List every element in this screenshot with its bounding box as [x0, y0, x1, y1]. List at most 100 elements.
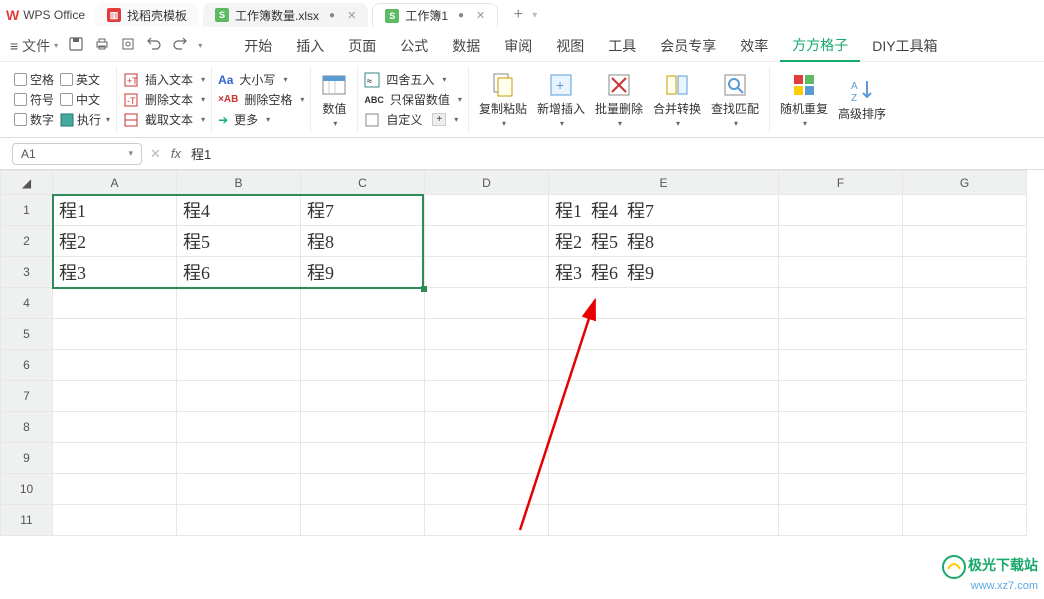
col-header-C[interactable]: C	[301, 171, 425, 195]
cell-A4[interactable]	[53, 288, 177, 319]
tab-templates[interactable]: ▥ 找稻壳模板	[95, 3, 199, 27]
cell-D5[interactable]	[425, 319, 549, 350]
cell-B10[interactable]	[177, 474, 301, 505]
col-header-F[interactable]: F	[779, 171, 903, 195]
case-button[interactable]: Aa 大小写	[218, 71, 304, 88]
close-icon[interactable]: ✕	[347, 9, 356, 22]
name-box[interactable]: A1 ▾	[12, 143, 142, 165]
cell-D10[interactable]	[425, 474, 549, 505]
cell-G6[interactable]	[903, 350, 1027, 381]
merge-convert-button[interactable]: 合并转换	[649, 72, 705, 128]
preview-icon[interactable]	[120, 36, 136, 55]
cell-D1[interactable]	[425, 195, 549, 226]
tab-workbook-1[interactable]: S 工作簿数量.xlsx ● ✕	[203, 3, 368, 27]
cell-G8[interactable]	[903, 412, 1027, 443]
cell-D9[interactable]	[425, 443, 549, 474]
tab-workbook-2[interactable]: S 工作簿1 ● ✕	[372, 3, 498, 27]
cell-F1[interactable]	[779, 195, 903, 226]
row-header-10[interactable]: 10	[1, 474, 53, 505]
cell-A11[interactable]	[53, 505, 177, 536]
row-header-5[interactable]: 5	[1, 319, 53, 350]
print-icon[interactable]	[94, 36, 110, 55]
check-space[interactable]: 空格	[14, 71, 54, 88]
cell-D6[interactable]	[425, 350, 549, 381]
formula-value[interactable]: 程1	[191, 144, 211, 163]
save-icon[interactable]	[68, 36, 84, 55]
cell-F6[interactable]	[779, 350, 903, 381]
col-header-A[interactable]: A	[53, 171, 177, 195]
col-header-B[interactable]: B	[177, 171, 301, 195]
row-header-9[interactable]: 9	[1, 443, 53, 474]
cell-G2[interactable]	[903, 226, 1027, 257]
cell-C10[interactable]	[301, 474, 425, 505]
cell-A7[interactable]	[53, 381, 177, 412]
check-english[interactable]: 英文	[60, 71, 100, 88]
cell-F11[interactable]	[779, 505, 903, 536]
row-header-4[interactable]: 4	[1, 288, 53, 319]
row-header-6[interactable]: 6	[1, 350, 53, 381]
cell-A10[interactable]	[53, 474, 177, 505]
check-number[interactable]: 数字	[14, 111, 54, 128]
round-button[interactable]: ≈四舍五入	[364, 71, 462, 88]
cell-B2[interactable]: 程5	[177, 226, 301, 257]
cell-C5[interactable]	[301, 319, 425, 350]
cell-F2[interactable]	[779, 226, 903, 257]
cell-F5[interactable]	[779, 319, 903, 350]
menu-data[interactable]: 数据	[440, 36, 492, 56]
cell-E6[interactable]	[549, 350, 779, 381]
cell-D4[interactable]	[425, 288, 549, 319]
menu-ffgz[interactable]: 方方格子	[780, 30, 860, 62]
spreadsheet-grid[interactable]: ◢ A B C D E F G 1程1程4程7程1 程4 程72程2程5程8程2…	[0, 170, 1044, 599]
delete-space-button[interactable]: ×AB 删除空格	[218, 91, 304, 108]
new-insert-button[interactable]: +新增插入	[533, 72, 589, 128]
cell-G5[interactable]	[903, 319, 1027, 350]
menu-insert[interactable]: 插入	[284, 36, 336, 56]
cell-C1[interactable]: 程7	[301, 195, 425, 226]
cell-G4[interactable]	[903, 288, 1027, 319]
find-match-button[interactable]: 查找匹配	[707, 72, 763, 128]
cell-A8[interactable]	[53, 412, 177, 443]
cell-D11[interactable]	[425, 505, 549, 536]
select-all-corner[interactable]: ◢	[1, 171, 53, 195]
cell-E1[interactable]: 程1 程4 程7	[549, 195, 779, 226]
number-value-button[interactable]: 数值	[317, 72, 351, 128]
row-header-2[interactable]: 2	[1, 226, 53, 257]
cell-D8[interactable]	[425, 412, 549, 443]
cell-E11[interactable]	[549, 505, 779, 536]
cell-E9[interactable]	[549, 443, 779, 474]
cell-B3[interactable]: 程6	[177, 257, 301, 288]
cell-A2[interactable]: 程2	[53, 226, 177, 257]
cell-C2[interactable]: 程8	[301, 226, 425, 257]
menu-formula[interactable]: 公式	[388, 36, 440, 56]
cell-F9[interactable]	[779, 443, 903, 474]
cell-G1[interactable]	[903, 195, 1027, 226]
random-repeat-button[interactable]: 随机重复	[776, 72, 832, 128]
advanced-sort-button[interactable]: AZ高级排序	[834, 77, 890, 122]
custom-button[interactable]: 自定义 +	[364, 111, 462, 128]
menu-tools[interactable]: 工具	[596, 36, 648, 56]
cell-B5[interactable]	[177, 319, 301, 350]
cell-E3[interactable]: 程3 程6 程9	[549, 257, 779, 288]
cell-A6[interactable]	[53, 350, 177, 381]
cell-E5[interactable]	[549, 319, 779, 350]
cell-G11[interactable]	[903, 505, 1027, 536]
col-header-D[interactable]: D	[425, 171, 549, 195]
row-header-8[interactable]: 8	[1, 412, 53, 443]
cell-G3[interactable]	[903, 257, 1027, 288]
add-tab-button[interactable]: +	[508, 6, 528, 24]
cell-C11[interactable]	[301, 505, 425, 536]
menu-start[interactable]: 开始	[232, 36, 284, 56]
cell-C9[interactable]	[301, 443, 425, 474]
close-icon[interactable]: ✕	[476, 9, 485, 22]
file-menu[interactable]: ≡ 文件 ▾	[10, 36, 58, 56]
cell-B6[interactable]	[177, 350, 301, 381]
cell-F4[interactable]	[779, 288, 903, 319]
more-button[interactable]: ➔ 更多	[218, 111, 304, 128]
row-header-3[interactable]: 3	[1, 257, 53, 288]
cell-D2[interactable]	[425, 226, 549, 257]
row-header-1[interactable]: 1	[1, 195, 53, 226]
cell-G9[interactable]	[903, 443, 1027, 474]
menu-diy[interactable]: DIY工具箱	[860, 36, 949, 56]
cell-G7[interactable]	[903, 381, 1027, 412]
cell-B9[interactable]	[177, 443, 301, 474]
